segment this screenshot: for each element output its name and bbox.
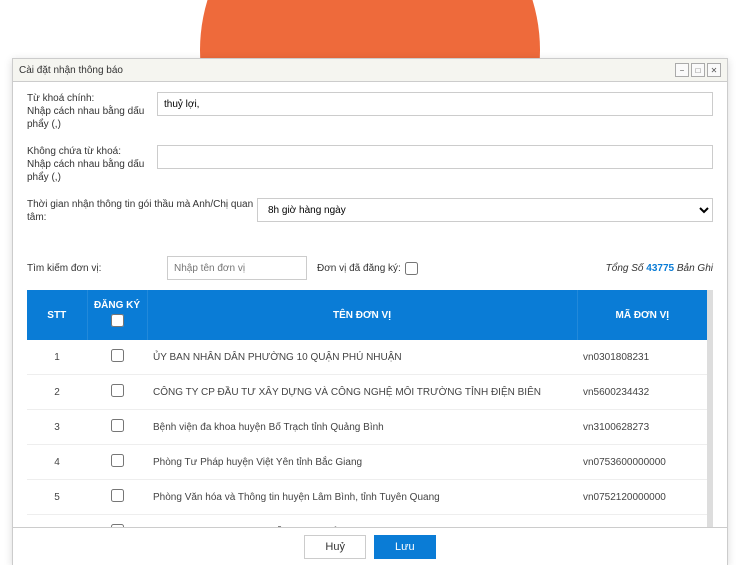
- search-label: Tìm kiếm đơn vị:: [27, 263, 157, 274]
- window-title: Cài đặt nhận thông báo: [19, 65, 123, 76]
- registered-filter[interactable]: Đơn vị đã đăng ký:: [317, 262, 418, 275]
- cell-name: Phòng Văn hóa và Thông tin huyện Lâm Bìn…: [147, 480, 577, 515]
- settings-window: Cài đặt nhận thông báo − □ ✕ Từ khoá chí…: [12, 58, 728, 565]
- header-reg: ĐĂNG KÝ: [87, 290, 147, 340]
- titlebar: Cài đặt nhận thông báo − □ ✕: [13, 59, 727, 82]
- cell-name: ỦY BAN NHÂN DÂN PHƯỜNG 10 QUẬN PHÚ NHUẬN: [147, 340, 577, 375]
- search-input[interactable]: [167, 256, 307, 280]
- keyword-exclude-row: Không chứa từ khoá: Nhập cách nhau bằng …: [27, 145, 713, 184]
- table-row: 5 Phòng Văn hóa và Thông tin huyện Lâm Bì…: [27, 480, 707, 515]
- cell-stt: 3: [27, 410, 87, 445]
- table-row: 2 CÔNG TY CP ĐẦU TƯ XÂY DỰNG VÀ CÔNG NGHỆ…: [27, 375, 707, 410]
- keyword-main-input[interactable]: [157, 92, 713, 116]
- footer-bar: Huỷ Lưu: [12, 527, 728, 565]
- cell-code: vn5600234432: [577, 375, 707, 410]
- label-hint: Nhập cách nhau bằng dấu phẩy (,): [27, 158, 157, 184]
- cell-code: vn3100628273: [577, 410, 707, 445]
- cell-name: Phòng Tư Pháp huyện Việt Yên tỉnh Bắc Gi…: [147, 445, 577, 480]
- row-checkbox[interactable]: [111, 349, 124, 362]
- table-row: 4 Phòng Tư Pháp huyện Việt Yên tỉnh Bắc G…: [27, 445, 707, 480]
- row-checkbox[interactable]: [111, 454, 124, 467]
- cell-stt: 4: [27, 445, 87, 480]
- registered-checkbox[interactable]: [405, 262, 418, 275]
- table-scroll[interactable]: STT ĐĂNG KÝ TÊN ĐƠN VỊ MÃ ĐƠN VỊ 1 ỦY BAN…: [27, 290, 713, 554]
- cell-stt: 1: [27, 340, 87, 375]
- row-checkbox[interactable]: [111, 489, 124, 502]
- total-prefix: Tổng Số: [606, 263, 647, 274]
- registered-label-text: Đơn vị đã đăng ký:: [317, 263, 401, 274]
- window-controls: − □ ✕: [675, 63, 721, 77]
- cell-reg: [87, 375, 147, 410]
- header-name: TÊN ĐƠN VỊ: [147, 290, 577, 340]
- cell-reg: [87, 445, 147, 480]
- label-text: Từ khoá chính:: [27, 92, 157, 105]
- header-code: MÃ ĐƠN VỊ: [577, 290, 707, 340]
- cell-stt: 5: [27, 480, 87, 515]
- header-stt: STT: [27, 290, 87, 340]
- keyword-exclude-input[interactable]: [157, 145, 713, 169]
- row-checkbox[interactable]: [111, 419, 124, 432]
- cell-reg: [87, 340, 147, 375]
- total-count: Tổng Số 43775 Bản Ghi: [606, 263, 713, 274]
- keyword-exclude-label: Không chứa từ khoá: Nhập cách nhau bằng …: [27, 145, 157, 184]
- close-button[interactable]: ✕: [707, 63, 721, 77]
- keyword-main-row: Từ khoá chính: Nhập cách nhau bằng dấu p…: [27, 92, 713, 131]
- header-reg-text: ĐĂNG KÝ: [94, 300, 141, 311]
- cancel-button[interactable]: Huỷ: [304, 535, 366, 559]
- units-table: STT ĐĂNG KÝ TÊN ĐƠN VỊ MÃ ĐƠN VỊ 1 ỦY BAN…: [27, 290, 707, 554]
- cell-code: vn0301808231: [577, 340, 707, 375]
- cell-reg: [87, 480, 147, 515]
- label-hint: Nhập cách nhau bằng dấu phẩy (,): [27, 105, 157, 131]
- row-checkbox[interactable]: [111, 384, 124, 397]
- minimize-button[interactable]: −: [675, 63, 689, 77]
- filter-row: Tìm kiếm đơn vị: Đơn vị đã đăng ký: Tổng…: [27, 256, 713, 280]
- save-button[interactable]: Lưu: [374, 535, 436, 559]
- window-content: Từ khoá chính: Nhập cách nhau bằng dấu p…: [13, 82, 727, 564]
- table-row: 1 ỦY BAN NHÂN DÂN PHƯỜNG 10 QUẬN PHÚ NHUẬ…: [27, 340, 707, 375]
- time-row: Thời gian nhận thông tin gói thầu mà Anh…: [27, 198, 713, 224]
- table-header-row: STT ĐĂNG KÝ TÊN ĐƠN VỊ MÃ ĐƠN VỊ: [27, 290, 707, 340]
- total-suffix: Bản Ghi: [674, 263, 713, 274]
- select-all-checkbox[interactable]: [111, 314, 124, 327]
- table-row: 3 Bệnh viện đa khoa huyện Bố Trạch tỉnh Q…: [27, 410, 707, 445]
- cell-name: Bệnh viện đa khoa huyện Bố Trạch tỉnh Qu…: [147, 410, 577, 445]
- cell-code: vn0752120000000: [577, 480, 707, 515]
- time-select[interactable]: 8h giờ hàng ngày: [257, 198, 713, 222]
- keyword-main-label: Từ khoá chính: Nhập cách nhau bằng dấu p…: [27, 92, 157, 131]
- label-text: Không chứa từ khoá:: [27, 145, 157, 158]
- cell-name: CÔNG TY CP ĐẦU TƯ XÂY DỰNG VÀ CÔNG NGHỆ …: [147, 375, 577, 410]
- cell-code: vn0753600000000: [577, 445, 707, 480]
- total-number: 43775: [646, 263, 674, 274]
- cell-stt: 2: [27, 375, 87, 410]
- time-label: Thời gian nhận thông tin gói thầu mà Anh…: [27, 198, 257, 224]
- maximize-button[interactable]: □: [691, 63, 705, 77]
- cell-reg: [87, 410, 147, 445]
